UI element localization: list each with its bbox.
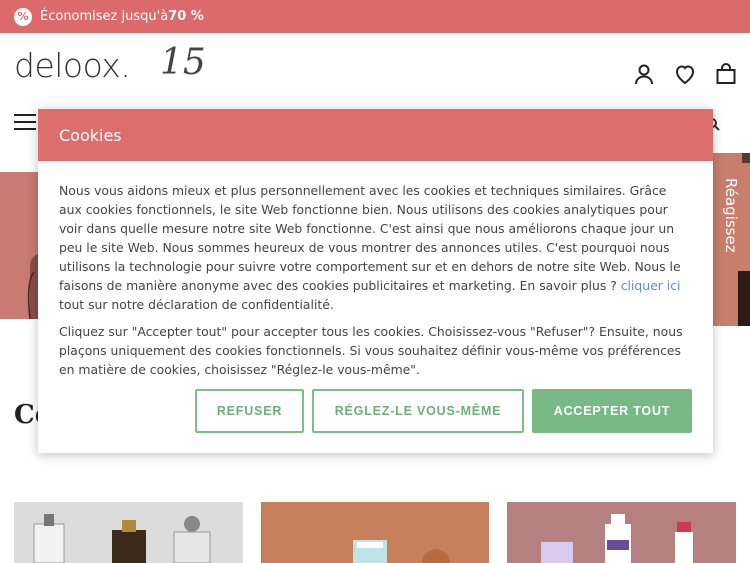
accept-all-button[interactable]: ACCEPTER TOUT [532,389,692,433]
customize-button[interactable]: RÉGLEZ-LE VOUS-MÊME [312,389,524,433]
cookie-dialog-body: Nous vous aidons mieux et plus personnel… [38,161,713,379]
privacy-link[interactable]: cliquer ici [621,278,681,293]
cookie-explanation-text: Nous vous aidons mieux et plus personnel… [59,183,681,293]
cookie-explanation: Nous vous aidons mieux et plus personnel… [59,181,692,314]
cookie-dialog: Cookies Nous vous aidons mieux et plus p… [38,109,713,453]
cookie-dialog-title: Cookies [59,125,122,145]
cookie-dialog-header: Cookies [38,109,713,161]
cookie-instructions: Cliquez sur "Accepter tout" pour accepte… [59,324,683,377]
cookie-overlay: Cookies Nous vous aidons mieux et plus p… [0,0,750,563]
cookie-button-row: REFUSER RÉGLEZ-LE VOUS-MÊME ACCEPTER TOU… [195,389,692,433]
refuse-button[interactable]: REFUSER [195,389,304,433]
cookie-explanation-tail: tout sur notre déclaration de confidenti… [59,297,334,312]
